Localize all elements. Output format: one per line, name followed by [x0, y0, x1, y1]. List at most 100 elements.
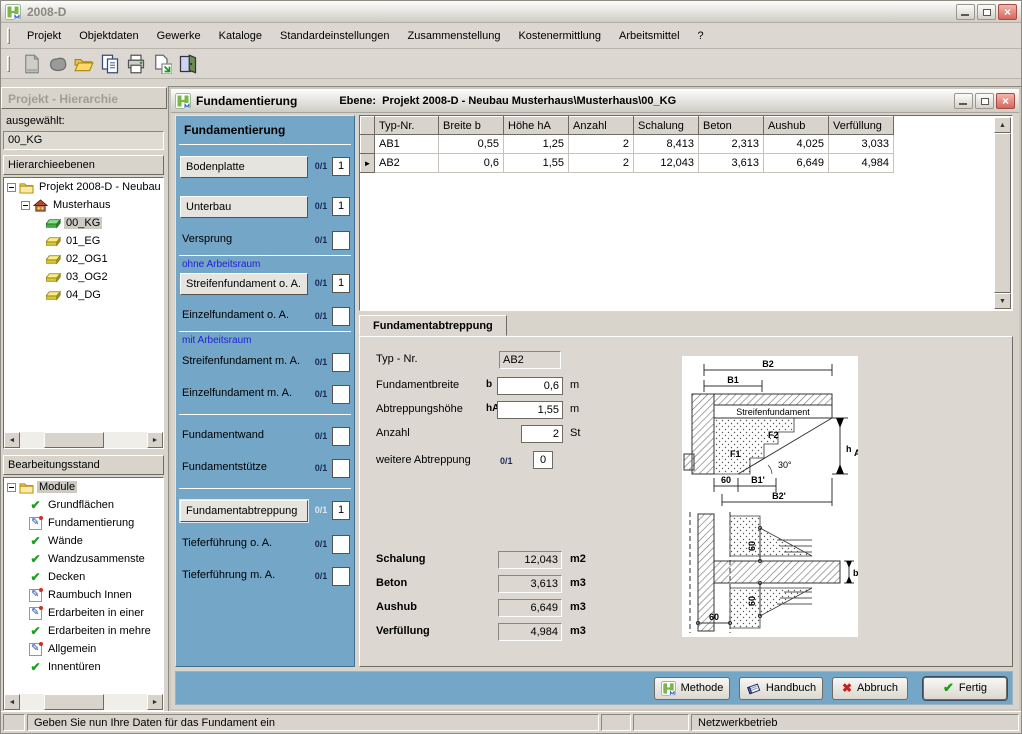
cell-typ[interactable]: AB1: [375, 135, 439, 154]
cell-anzahl[interactable]: 2: [569, 135, 634, 154]
new-document-button[interactable]: [20, 52, 44, 76]
tree-item-floor-03og2[interactable]: 03_OG2: [4, 268, 163, 286]
minimize-button[interactable]: [954, 93, 973, 109]
cell-beton[interactable]: 3,613: [699, 154, 764, 173]
cell-beton[interactable]: 2,313: [699, 135, 764, 154]
count-input[interactable]: [332, 427, 350, 446]
tree-item-floor-02og1[interactable]: 02_OG1: [4, 250, 163, 268]
scrollbar-thumb[interactable]: [44, 432, 104, 448]
fundamentstuetze-label[interactable]: Fundamentstütze: [182, 461, 267, 473]
collapse-icon[interactable]: [7, 483, 16, 492]
menu-standardeinstellungen[interactable]: Standardeinstellungen: [271, 27, 398, 45]
row-selector-header[interactable]: [361, 117, 375, 135]
menu-kostenermittlung[interactable]: Kostenermittlung: [509, 27, 610, 45]
module-item-erdarbeiten-einer[interactable]: ✎ Erdarbeiten in einer: [4, 604, 163, 622]
export-button[interactable]: [150, 52, 174, 76]
menu-projekt[interactable]: Projekt: [18, 27, 70, 45]
count-input[interactable]: 1: [332, 157, 350, 176]
print-button[interactable]: [124, 52, 148, 76]
handbuch-button[interactable]: Handbuch: [739, 677, 823, 700]
fundamentabtreppung-button[interactable]: Fundamentabtreppung: [180, 500, 308, 522]
tree-item-building[interactable]: Musterhaus: [4, 196, 163, 214]
scroll-left-button[interactable]: ◄: [4, 432, 20, 448]
tab-fundamentabtreppung[interactable]: Fundamentabtreppung: [359, 315, 507, 336]
col-typ-nr[interactable]: Typ-Nr.: [375, 117, 439, 135]
einzelfundament-ma-label[interactable]: Einzelfundament m. A.: [182, 387, 292, 399]
title-bar[interactable]: 2008-D ×: [1, 1, 1021, 23]
col-hoehe[interactable]: Höhe hA: [504, 117, 569, 135]
cell-hoehe[interactable]: 1,25: [504, 135, 569, 154]
cell-schalung[interactable]: 8,413: [634, 135, 699, 154]
anzahl-input[interactable]: 2: [521, 425, 563, 443]
exit-button[interactable]: [176, 52, 200, 76]
cell-anzahl[interactable]: 2: [569, 154, 634, 173]
count-input[interactable]: [332, 353, 350, 372]
col-schalung[interactable]: Schalung: [634, 117, 699, 135]
cell-typ[interactable]: AB2: [375, 154, 439, 173]
bodenplatte-button[interactable]: Bodenplatte: [180, 156, 308, 178]
count-input[interactable]: [332, 459, 350, 478]
unterbau-button[interactable]: Unterbau: [180, 196, 308, 218]
scroll-left-button[interactable]: ◄: [4, 694, 20, 710]
close-button[interactable]: ×: [996, 93, 1015, 109]
menu-arbeitsmittel[interactable]: Arbeitsmittel: [610, 27, 689, 45]
versprung-label[interactable]: Versprung: [182, 233, 232, 245]
fundamentwand-label[interactable]: Fundamentwand: [182, 429, 264, 441]
fertig-button[interactable]: ✔ Fertig: [923, 677, 1007, 700]
col-verfuellung[interactable]: Verfüllung: [829, 117, 894, 135]
scrollbar-thumb[interactable]: [994, 133, 1011, 293]
module-item-waende[interactable]: ✔ Wände: [4, 532, 163, 550]
module-item-innentueren[interactable]: ✔ Innentüren: [4, 658, 163, 676]
count-input[interactable]: 1: [332, 274, 350, 293]
copy-button[interactable]: [98, 52, 122, 76]
count-input[interactable]: [332, 567, 350, 586]
module-item-erdarbeiten-mehreren[interactable]: ✔ Erdarbeiten in mehre: [4, 622, 163, 640]
menu-zusammenstellung[interactable]: Zusammenstellung: [399, 27, 510, 45]
scroll-down-button[interactable]: ▼: [994, 293, 1011, 309]
scroll-up-button[interactable]: ▲: [994, 117, 1011, 133]
row-selector[interactable]: [361, 135, 375, 154]
menu-kataloge[interactable]: Kataloge: [210, 27, 271, 45]
cell-breite[interactable]: 0,55: [439, 135, 504, 154]
cell-aushub[interactable]: 4,025: [764, 135, 829, 154]
count-input[interactable]: 1: [332, 501, 350, 520]
methode-button[interactable]: Methode: [654, 677, 730, 700]
module-item-grundflaechen[interactable]: ✔ Grundflächen: [4, 496, 163, 514]
count-input[interactable]: [332, 535, 350, 554]
tieferfuehrung-ma-label[interactable]: Tieferführung m. A.: [182, 569, 275, 581]
streifenfundament-oa-button[interactable]: Streifenfundament o. A.: [180, 273, 308, 295]
fundamentbreite-input[interactable]: 0,6: [497, 377, 563, 395]
module-item-fundamentierung[interactable]: ✎ Fundamentierung: [4, 514, 163, 532]
cell-breite[interactable]: 0,6: [439, 154, 504, 173]
collapse-icon[interactable]: [21, 201, 30, 210]
close-button[interactable]: ×: [998, 4, 1017, 20]
cell-schalung[interactable]: 12,043: [634, 154, 699, 173]
scroll-right-button[interactable]: ►: [147, 432, 163, 448]
menu-hilfe[interactable]: ?: [689, 27, 713, 45]
col-breite[interactable]: Breite b: [439, 117, 504, 135]
count-input[interactable]: [332, 307, 350, 326]
col-aushub[interactable]: Aushub: [764, 117, 829, 135]
module-item-wandzusammenstellung[interactable]: ✔ Wandzusammenste: [4, 550, 163, 568]
restore-button[interactable]: [975, 93, 994, 109]
grid-row-ab1[interactable]: AB1 0,55 1,25 2 8,413 2,313 4,025 3,033: [361, 135, 894, 154]
tree-item-floor-01eg[interactable]: 01_EG: [4, 232, 163, 250]
fundamentierung-title-bar[interactable]: Fundamentierung Ebene: Projekt 2008-D - …: [171, 89, 1019, 113]
module-item-allgemein[interactable]: ✎ Allgemein: [4, 640, 163, 658]
cell-hoehe[interactable]: 1,55: [504, 154, 569, 173]
open-project-button[interactable]: [46, 52, 70, 76]
einzelfundament-oa-label[interactable]: Einzelfundament o. A.: [182, 309, 289, 321]
col-beton[interactable]: Beton: [699, 117, 764, 135]
cell-aushub[interactable]: 6,649: [764, 154, 829, 173]
grid-row-ab2-selected[interactable]: ► AB2 0,6 1,55 2 12,043 3,613 6,649 4,98…: [361, 154, 894, 173]
count-input[interactable]: [332, 385, 350, 404]
collapse-icon[interactable]: [7, 183, 16, 192]
streifenfundament-ma-label[interactable]: Streifenfundament m. A.: [182, 355, 300, 367]
scroll-right-button[interactable]: ►: [147, 694, 163, 710]
cell-verfuellung[interactable]: 4,984: [829, 154, 894, 173]
abtreppungshoehe-input[interactable]: 1,55: [497, 401, 563, 419]
minimize-button[interactable]: [956, 4, 975, 20]
weitere-abtreppung-input[interactable]: 0: [533, 451, 553, 469]
module-item-raumbuch-innen[interactable]: ✎ Raumbuch Innen: [4, 586, 163, 604]
tree-item-module[interactable]: Module: [4, 478, 163, 496]
